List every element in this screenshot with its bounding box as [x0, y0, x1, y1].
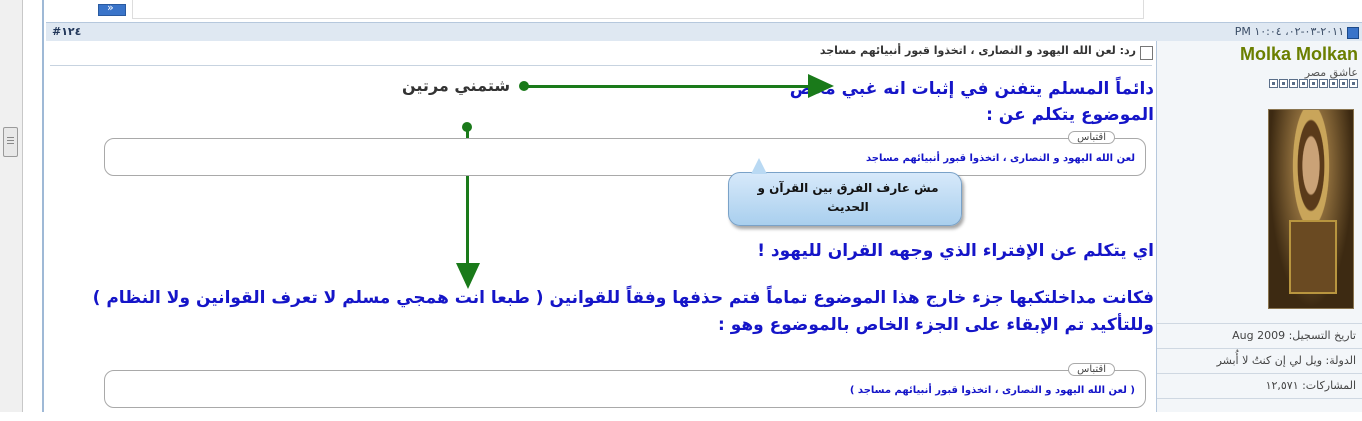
rep-icon: [1319, 79, 1328, 88]
top-panel: [132, 0, 1144, 19]
quote-box: اقتباس ( لعن الله اليهود و النصارى ، اتخ…: [104, 363, 1146, 408]
rep-icon: [1309, 79, 1318, 88]
annotation-text: شتمني مرتين: [402, 76, 511, 95]
go-button[interactable]: [98, 1, 126, 16]
username[interactable]: Molka Molkan: [1240, 44, 1358, 65]
posts-row: المشاركات: ١٢,٥٧١: [1157, 373, 1362, 396]
user-title: عاشق مصر: [1304, 66, 1358, 79]
rep-icon: [1339, 79, 1348, 88]
post-line-1: دائماً المسلم يتفنن في إثبات انه غبي محض: [789, 79, 1154, 99]
post-count: المشاركات: ١٢,٥٧١: [1265, 379, 1356, 392]
quote-text: ( لعن الله اليهود و النصارى ، اتخذوا قبو…: [849, 385, 1135, 396]
scrollbar-strip[interactable]: [0, 0, 23, 412]
quote-text: لعن الله اليهود و النصارى ، اتخذوا قبور …: [865, 153, 1135, 164]
quote-label: اقتباس: [1068, 363, 1115, 376]
callout-bubble: مش عارف الفرق بين القرآن و الحديث: [728, 158, 962, 226]
horizontal-arrow: [524, 85, 809, 88]
extra-row: [1157, 398, 1362, 421]
scrollbar-thumb[interactable]: [3, 127, 18, 157]
page-border: [42, 0, 44, 412]
post-header: #١٢٤ ٢٠١١-٠٣-٠٢، ١٠:٠٤ PM: [46, 22, 1362, 42]
post-number[interactable]: #١٢٤: [52, 25, 81, 38]
quote-label: اقتباس: [1068, 131, 1115, 144]
post-subject: رد: لعن الله اليهود و النصارى ، اتخذوا ق…: [819, 44, 1136, 57]
rep-icon: [1269, 79, 1278, 88]
country: الدولة: ويل لي إن كنتُ لا أُبشر: [1216, 354, 1356, 367]
rep-icon: [1279, 79, 1288, 88]
rep-icon: [1349, 79, 1358, 88]
rep-icon: [1289, 79, 1298, 88]
rep-icon: [1299, 79, 1308, 88]
bubble-tail: [751, 158, 767, 174]
reputation-icons: [1269, 79, 1358, 89]
post-status-icon: [1347, 27, 1359, 39]
top-bar: [46, 0, 1362, 20]
quote-box: اقتباس لعن الله اليهود و النصارى ، اتخذو…: [104, 131, 1146, 176]
callout-text: مش عارف الفرق بين القرآن و الحديث: [757, 181, 939, 214]
post-date: ٢٠١١-٠٣-٠٢، ١٠:٠٤ PM: [1234, 25, 1344, 38]
rep-icon: [1329, 79, 1338, 88]
reg-date-row: تاريخ التسجيل: Aug 2009: [1157, 323, 1362, 346]
reg-date: تاريخ التسجيل: Aug 2009: [1232, 329, 1356, 342]
divider: [50, 65, 1152, 66]
post-paragraph: فكانت مداخلتكبها جزء خارج هذا الموضوع تم…: [92, 288, 1154, 335]
post-content: رد: لعن الله اليهود و النصارى ، اتخذوا ق…: [46, 41, 1156, 412]
post-line-3: اي يتكلم عن الإفتراء الذي وجهه القران لل…: [757, 241, 1154, 261]
post-line-2: الموضوع يتكلم عن :: [986, 105, 1154, 125]
user-info-panel: Molka Molkan عاشق مصر تاريخ التسجيل: Aug…: [1156, 41, 1362, 412]
country-row: الدولة: ويل لي إن كنتُ لا أُبشر: [1157, 348, 1362, 371]
arrow-head-right-icon: [808, 74, 834, 98]
avatar[interactable]: [1268, 109, 1354, 309]
